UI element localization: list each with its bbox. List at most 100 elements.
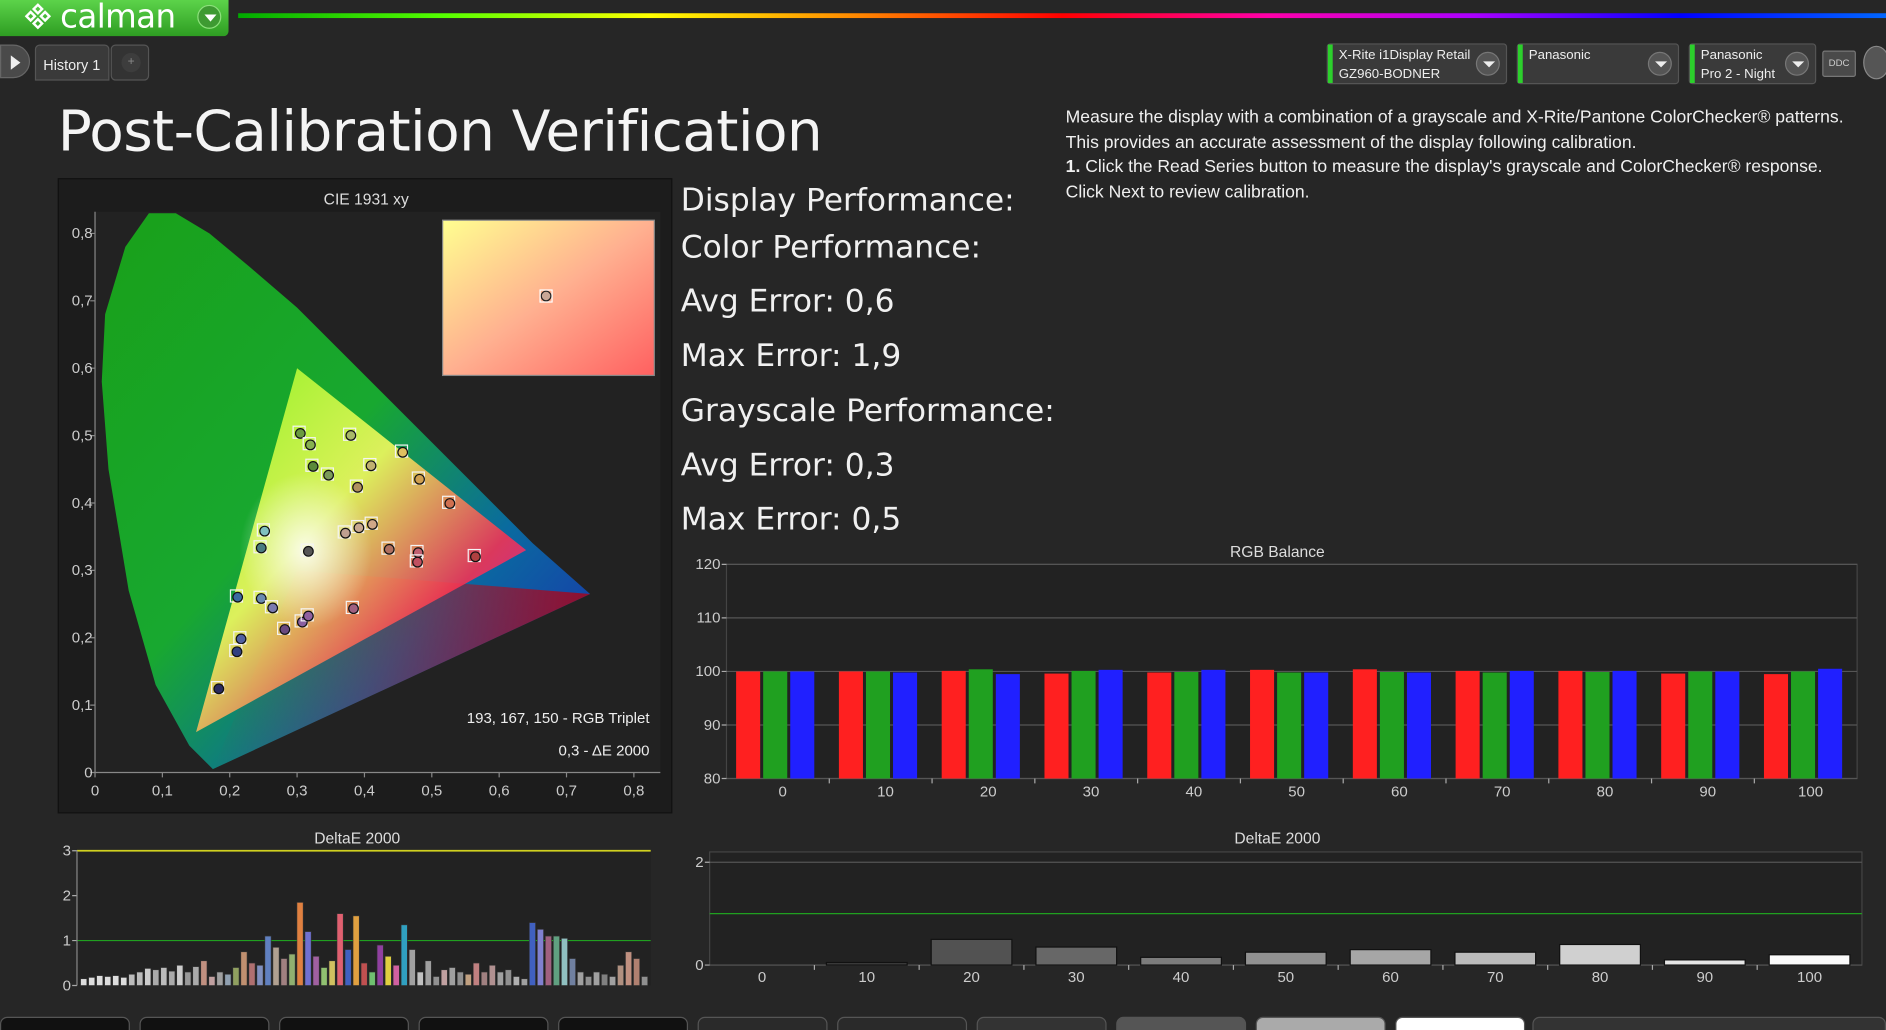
y-tick-label: 0,6 [72,360,93,377]
deltae-gray-bar [825,961,908,966]
deltae-gray-chart[interactable]: 020 10 20 30 40 50 60 70 80 90 100 [674,842,1877,992]
deltae-gray-bar [1454,951,1537,966]
x-tick-label: 50 [1277,969,1294,986]
deltae-bar [432,976,440,986]
rgb-triplet-label: 193, 167, 150 - RGB Triplet [467,710,651,727]
bottom-tab-controls[interactable] [1532,1016,1886,1030]
deltae-bar [561,938,568,986]
chevron-down-icon[interactable] [1475,51,1500,76]
deltae-bar [456,971,464,986]
display-selector[interactable]: Panasonic Pro 2 - Night [1688,43,1817,85]
meter-selector[interactable]: X-Rite i1Display Retail GZ960-BODNER [1326,43,1508,85]
bottom-tab[interactable] [279,1016,409,1030]
deltae-bar [464,973,472,986]
rgb-balance-chart[interactable]: 80 90 100 110 120 0 10 20 30 40 50 60 70 80 90 100 [674,556,1877,809]
deltae-bar [120,977,128,986]
deltae-bar [256,964,264,986]
display-performance-heading: Display Performance: [680,182,1015,220]
deltae-bar [504,969,512,986]
deltae-bar [344,949,352,986]
app-menu-dropdown-icon[interactable] [197,4,222,29]
rgb-bar [1763,674,1789,779]
x-tick-label: 70 [1494,784,1511,801]
x-tick-label: 0,6 [489,782,510,799]
deltae-bar [585,976,592,986]
deltae-gray-bar [1035,946,1118,966]
deltae-bar [496,971,504,986]
measured-point [348,603,359,615]
bottom-tab[interactable] [1116,1016,1247,1030]
deltae-bar [360,962,368,986]
display-mode: Pro 2 - Night [1700,67,1776,82]
deltae-bar [80,978,88,986]
bottom-tab[interactable] [558,1016,689,1030]
bottom-tab[interactable] [976,1016,1107,1030]
add-tab-button[interactable]: + [110,44,150,81]
bottom-tab[interactable] [837,1016,968,1030]
rgb-bar [1558,670,1583,779]
chevron-down-icon[interactable] [1784,51,1810,76]
deltae-gray-bar [1559,943,1642,966]
measured-point [213,683,225,695]
deltae-bar [537,929,544,986]
chevron-down-icon[interactable] [1647,51,1672,76]
bottom-tab-active[interactable] [1395,1016,1526,1030]
rgb-bar [968,669,993,779]
deltae-bar [336,913,344,986]
deltae-bar [152,969,160,986]
x-tick-label: 0,2 [219,782,240,799]
deltae-bar [136,971,144,986]
measured-point [470,551,481,563]
source-selector[interactable]: Panasonic [1516,43,1680,85]
deltae-bar [176,964,184,986]
deltae-bar [392,964,400,986]
measured-point [302,545,314,557]
measured-point [323,469,335,481]
bottom-tab[interactable] [1255,1016,1386,1030]
ddc-icon[interactable]: DDC [1822,50,1856,78]
x-tick-label: 30 [1083,784,1100,801]
bottom-tab[interactable] [418,1016,549,1030]
y-tick-label: 120 [695,556,720,573]
tab-history-1[interactable]: History 1 [34,44,110,81]
deltae-bar [424,960,432,986]
rgb-bar [1250,669,1275,779]
deltae-bar [192,966,200,986]
deltae-bar [320,967,328,986]
x-tick-label: 80 [1597,784,1614,801]
rgb-bar [941,670,966,779]
x-tick-label: 0,8 [623,782,644,799]
deltae-bar [609,976,616,986]
rainbow-strip [238,13,1886,19]
y-tick-label: 0 [63,977,71,994]
cie-diagram[interactable]: 0 0,1 0,2 0,3 0,4 0,5 0,6 0,7 0,8 0 0,1 0,2 0,3 0,4 0,… [58,178,673,813]
deltae-bar [128,973,136,986]
deltae-gray-bar [1140,956,1222,966]
bottom-tab[interactable] [139,1016,270,1030]
rgb-bar [1174,671,1199,779]
x-tick-label: 40 [1173,969,1190,986]
instructions-line: This provides an accurate assessment of … [1065,132,1637,153]
rgb-bar [763,671,788,779]
deltae-color-chart[interactable]: 0 1 2 3 [48,842,661,998]
y-tick-label: 110 [697,610,721,627]
deltae-bar [488,964,496,986]
y-tick-label: 2 [695,854,703,871]
y-tick-label: 0,3 [72,562,93,579]
instructions-line: Click Next to review calibration. [1065,182,1310,202]
gear-icon[interactable] [1863,45,1886,80]
measured-point [444,498,456,509]
calman-logo[interactable]: calman [0,0,229,37]
bottom-tab[interactable] [0,1016,130,1030]
x-tick-label: 100 [1798,784,1823,801]
play-icon[interactable] [0,44,31,79]
deltae-bar [408,949,416,986]
measured-point [267,602,279,614]
deltae-bar [448,967,456,986]
bottom-tab[interactable] [697,1016,828,1030]
measured-point [232,591,244,603]
deltae-bar [641,976,649,986]
rgb-bar [1715,671,1740,779]
deltae-bar [376,944,384,986]
deltae-bar [304,931,312,986]
